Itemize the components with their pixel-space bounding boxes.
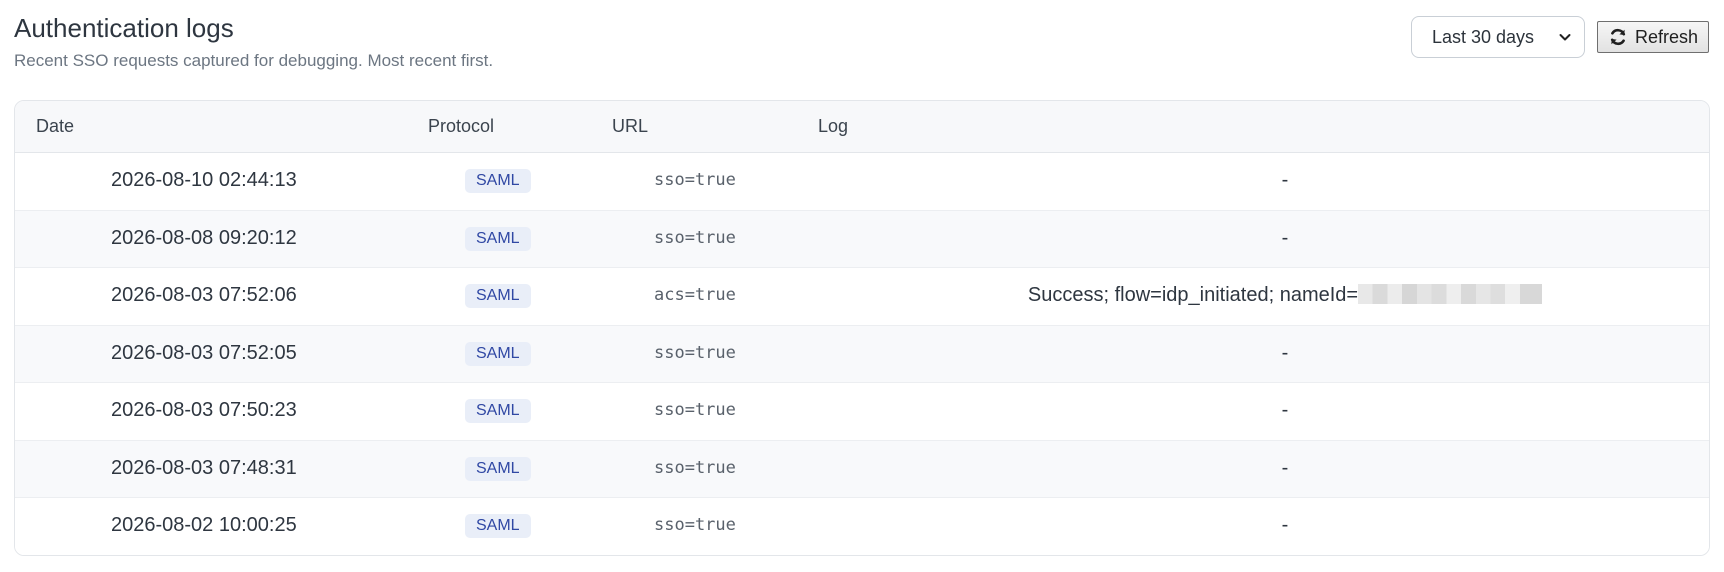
cell-url: sso=true xyxy=(654,457,736,478)
cell-date: 2026-08-08 09:20:12 xyxy=(111,226,297,249)
column-header-date: Date xyxy=(36,116,75,136)
refresh-button[interactable]: Refresh xyxy=(1596,21,1709,53)
cell-date: 2026-08-10 02:44:13 xyxy=(111,169,297,191)
column-header-log: Log xyxy=(818,116,849,136)
protocol-badge: SAML xyxy=(465,514,531,538)
table-row: 2026-08-03 07:52:06 SAML acs=true Succes… xyxy=(15,268,1709,326)
protocol-badge: SAML xyxy=(465,226,531,251)
cell-log: - xyxy=(815,383,1709,437)
cell-log-text: - xyxy=(1281,169,1289,191)
date-range-selected-value: Last 30 days xyxy=(1431,26,1535,47)
table-row: 2026-08-08 09:20:12 SAML sso=true - xyxy=(15,210,1709,268)
table-row: 2026-08-03 07:48:31 SAML sso=true - xyxy=(15,440,1709,498)
cell-date: 2026-08-02 10:00:25 xyxy=(111,514,297,536)
protocol-badge: SAML xyxy=(465,341,531,366)
protocol-badge: SAML xyxy=(465,169,531,193)
cell-log-text: - xyxy=(1281,456,1289,479)
cell-url: sso=true xyxy=(654,515,736,535)
cell-url: sso=true xyxy=(654,342,736,363)
cell-date: 2026-08-03 07:50:23 xyxy=(111,399,297,421)
page-subtitle: Recent SSO requests captured for debuggi… xyxy=(14,51,494,70)
cell-date: 2026-08-03 07:52:06 xyxy=(111,284,297,306)
cell-date: 2026-08-03 07:52:05 xyxy=(111,341,297,364)
protocol-badge: SAML xyxy=(465,456,531,481)
auth-logs-page: Authentication logs Recent SSO requests … xyxy=(0,0,1724,572)
cell-log-text: - xyxy=(1281,514,1289,536)
table-row: 2026-08-10 02:44:13 SAML sso=true - xyxy=(15,153,1709,211)
cell-url: sso=true xyxy=(654,227,736,248)
protocol-badge: SAML xyxy=(465,399,531,423)
table-row: 2026-08-03 07:52:05 SAML sso=true - xyxy=(15,325,1709,383)
page-title: Authentication logs xyxy=(14,13,234,43)
toolbar: Last 30 days Refresh xyxy=(1410,16,1709,58)
column-header-protocol: Protocol xyxy=(428,116,495,136)
cell-log-text: Success; flow=idp_initiated; nameId= xyxy=(1027,284,1359,306)
cell-url: acs=true xyxy=(654,285,736,305)
cell-log: - xyxy=(815,441,1709,495)
table-header: Date Protocol URL Log xyxy=(15,101,1709,153)
redacted-value xyxy=(1358,284,1543,304)
cell-log-text: - xyxy=(1281,341,1289,364)
cell-log-text: - xyxy=(1281,399,1289,421)
auth-logs-table: Date Protocol URL Log 2026-08-10 02:44:1… xyxy=(14,100,1710,556)
date-range-select[interactable]: Last 30 days xyxy=(1410,16,1585,58)
table-row: 2026-08-03 07:50:23 SAML sso=true - xyxy=(15,383,1709,441)
cell-date: 2026-08-03 07:48:31 xyxy=(111,456,297,479)
refresh-icon xyxy=(1610,28,1626,46)
cell-log: - xyxy=(815,498,1709,552)
column-header-url: URL xyxy=(612,116,649,136)
cell-log-text: - xyxy=(1281,226,1289,249)
cell-log: Success; flow=idp_initiated; nameId= xyxy=(815,268,1709,322)
table-row: 2026-08-02 10:00:25 SAML sso=true - xyxy=(15,498,1709,555)
refresh-button-label: Refresh xyxy=(1634,26,1698,47)
cell-log: - xyxy=(815,153,1709,207)
cell-log: - xyxy=(815,211,1709,265)
chevron-down-icon xyxy=(1559,34,1571,41)
cell-url: sso=true xyxy=(654,170,736,190)
cell-url: sso=true xyxy=(654,400,736,420)
cell-log: - xyxy=(815,326,1709,380)
table-body: 2026-08-10 02:44:13 SAML sso=true - 2026… xyxy=(15,153,1709,555)
protocol-badge: SAML xyxy=(465,284,531,308)
